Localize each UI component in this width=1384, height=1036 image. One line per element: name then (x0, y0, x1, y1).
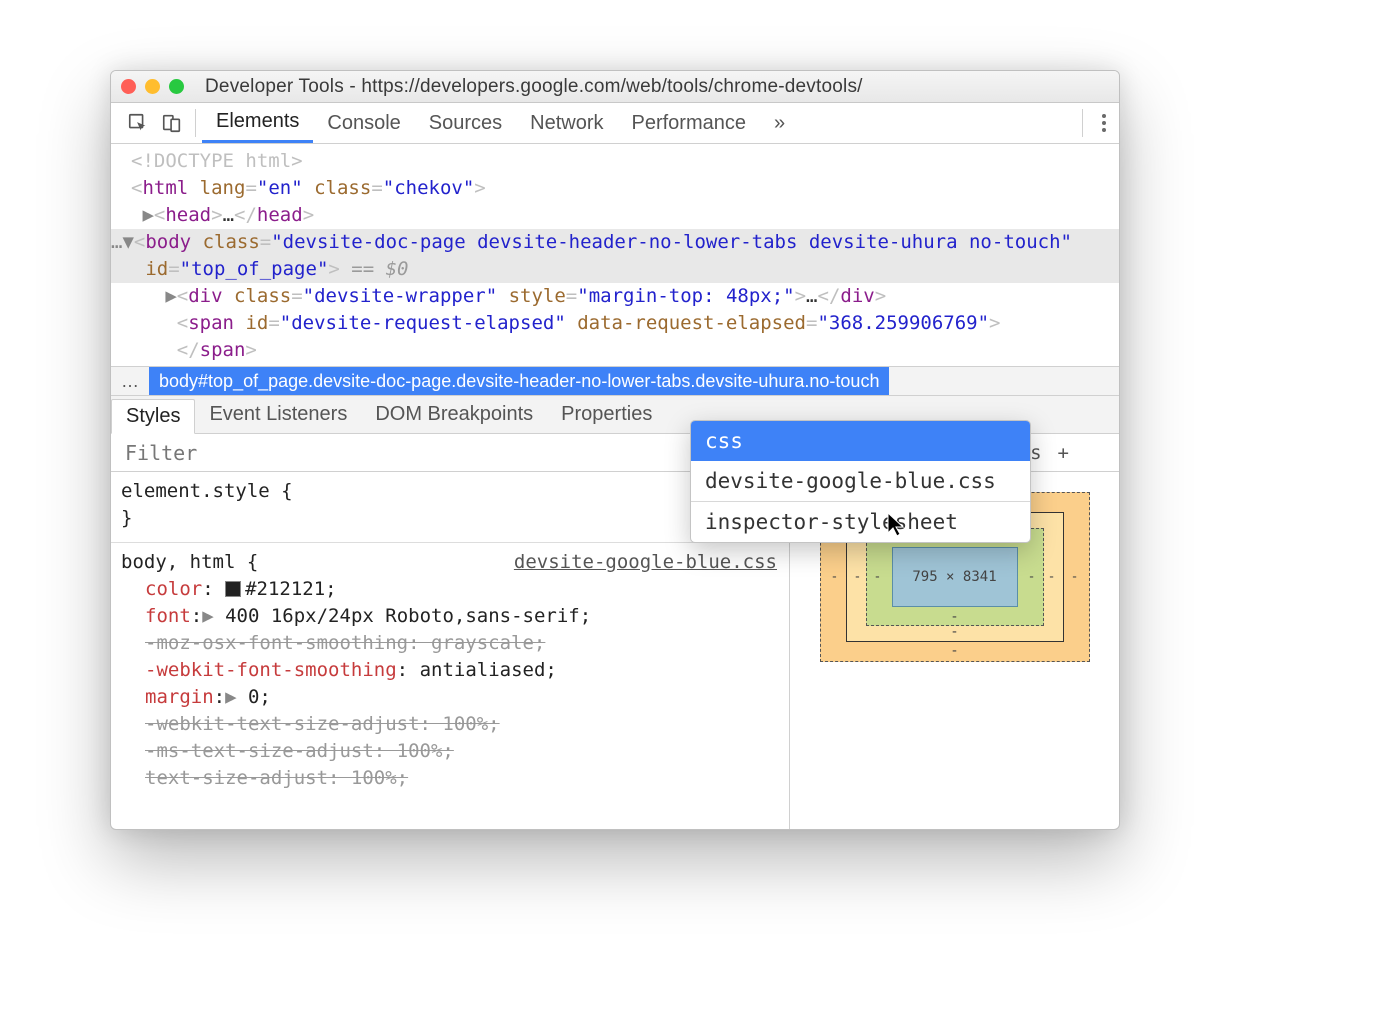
rule-element-style[interactable]: element.style { (121, 478, 789, 505)
kebab-menu-icon[interactable] (1089, 103, 1119, 143)
styles-rules[interactable]: element.style { } devsite-google-blue.cs… (111, 472, 789, 829)
window-title: Developer Tools - https://developers.goo… (205, 76, 863, 98)
rule-source-link[interactable]: devsite-google-blue.css (514, 549, 789, 576)
elements-dom-tree[interactable]: <!DOCTYPE html> <html lang="en" class="c… (111, 144, 1119, 366)
tab-console[interactable]: Console (313, 103, 414, 143)
stylesheet-dropdown[interactable]: css devsite-google-blue.css inspector-st… (690, 420, 1031, 543)
dom-span-open[interactable]: <span id="devsite-request-elapsed" data-… (111, 310, 1119, 337)
breadcrumb-overflow[interactable]: … (111, 367, 149, 395)
dom-body[interactable]: …▼<body class="devsite-doc-page devsite-… (111, 229, 1119, 283)
device-toggle-icon[interactable] (155, 103, 189, 143)
minimize-icon[interactable] (145, 79, 160, 94)
cursor-icon (886, 511, 906, 537)
dom-div-wrapper[interactable]: ▶<div class="devsite-wrapper" style="mar… (111, 283, 1119, 310)
close-icon[interactable] (121, 79, 136, 94)
window-titlebar: Developer Tools - https://developers.goo… (111, 71, 1119, 103)
tab-performance[interactable]: Performance (618, 103, 761, 143)
dom-html[interactable]: <html lang="en" class="chekov"> (111, 175, 1119, 202)
tabs-overflow-icon[interactable]: » (760, 103, 799, 143)
inspect-icon[interactable] (121, 103, 155, 143)
main-tabbar: Elements Console Sources Network Perform… (111, 103, 1119, 144)
dom-span-close[interactable]: </span> (111, 337, 1119, 364)
dropdown-item-css[interactable]: css (691, 421, 1030, 461)
dom-doctype: <!DOCTYPE html> (131, 150, 303, 172)
breadcrumb[interactable]: … body#top_of_page.devsite-doc-page.devs… (111, 366, 1119, 396)
tab-sources[interactable]: Sources (415, 103, 516, 143)
subtab-styles[interactable]: Styles (111, 399, 195, 434)
tab-network[interactable]: Network (516, 103, 617, 143)
add-rule-button[interactable]: + (1058, 442, 1069, 464)
rule-body-html[interactable]: devsite-google-blue.css body, html { col… (121, 549, 789, 798)
dropdown-item-devsite[interactable]: devsite-google-blue.css (691, 461, 1030, 501)
subtab-dom-breakpoints[interactable]: DOM Breakpoints (361, 396, 547, 433)
tab-elements[interactable]: Elements (202, 103, 313, 143)
zoom-icon[interactable] (169, 79, 184, 94)
dropdown-item-inspector[interactable]: inspector-stylesheet (691, 502, 1030, 542)
dom-head[interactable]: ▶<head>…</head> (111, 202, 1119, 229)
subtab-properties[interactable]: Properties (547, 396, 666, 433)
breadcrumb-current[interactable]: body#top_of_page.devsite-doc-page.devsit… (149, 367, 889, 395)
box-model-content[interactable]: 795 × 8341 (892, 547, 1018, 607)
subtab-event-listeners[interactable]: Event Listeners (195, 396, 361, 433)
